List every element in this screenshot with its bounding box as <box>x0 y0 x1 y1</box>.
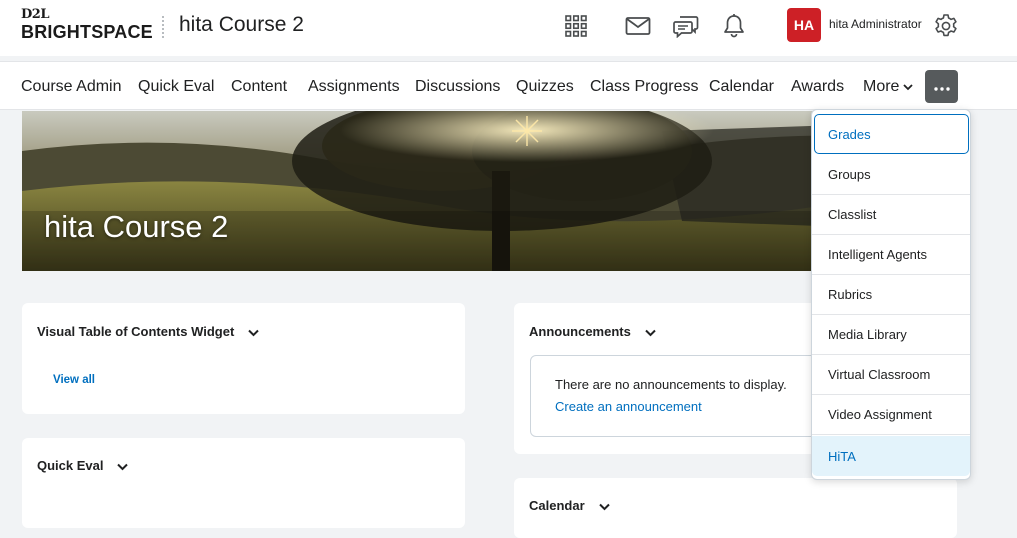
toc-widget-header[interactable]: Visual Table of Contents Widget <box>37 324 260 340</box>
course-title[interactable]: hita Course 2 <box>179 13 304 37</box>
nav-content[interactable]: Content <box>231 78 287 96</box>
nav-class-progress[interactable]: Class Progress <box>590 78 698 96</box>
no-announcements-text: There are no announcements to display. <box>555 377 787 392</box>
announcements-widget-header[interactable]: Announcements <box>529 324 656 340</box>
menu-item-virtual-classroom[interactable]: Virtual Classroom <box>812 355 970 395</box>
user-name[interactable]: hita Administrator <box>829 17 922 31</box>
menu-item-groups[interactable]: Groups <box>812 155 970 195</box>
nav-course-admin[interactable]: Course Admin <box>21 78 122 96</box>
nav-awards[interactable]: Awards <box>791 78 844 96</box>
message-alerts-icon[interactable] <box>668 10 704 42</box>
menu-item-grades[interactable]: Grades <box>814 114 969 154</box>
announcements-empty-box: There are no announcements to display. C… <box>530 355 830 437</box>
chevron-down-icon <box>248 325 260 340</box>
banner-course-title: hita Course 2 <box>44 209 229 244</box>
calendar-widget-title: Calendar <box>529 498 585 513</box>
menu-item-rubrics[interactable]: Rubrics <box>812 275 970 315</box>
menu-item-classlist[interactable]: Classlist <box>812 195 970 235</box>
logo-d2l-text: D2L <box>21 7 49 22</box>
nav-more-menu[interactable]: More <box>863 78 914 96</box>
quick-eval-widget: Quick Eval <box>22 438 465 528</box>
brightspace-logo[interactable]: D2L BRIGHTSPACE <box>21 7 153 43</box>
user-avatar[interactable]: HA <box>787 8 821 42</box>
chevron-down-icon <box>117 459 129 474</box>
menu-item-intelligent-agents[interactable]: Intelligent Agents <box>812 235 970 275</box>
nav-quick-eval[interactable]: Quick Eval <box>138 78 214 96</box>
course-navbar: Course Admin Quick Eval Content Assignme… <box>0 61 1017 110</box>
header-divider <box>162 16 164 38</box>
ellipsis-icon <box>933 78 950 96</box>
chevron-down-icon <box>903 78 914 96</box>
nav-more-label: More <box>863 78 900 96</box>
toc-widget-title: Visual Table of Contents Widget <box>37 324 235 339</box>
nav-quizzes[interactable]: Quizzes <box>516 78 574 96</box>
quick-eval-widget-header[interactable]: Quick Eval <box>37 458 129 474</box>
nav-discussions[interactable]: Discussions <box>415 78 500 96</box>
menu-item-media-library[interactable]: Media Library <box>812 315 970 355</box>
menu-item-hita[interactable]: HiTA <box>812 436 970 476</box>
nav-calendar[interactable]: Calendar <box>709 78 774 96</box>
toc-widget: Visual Table of Contents Widget View all <box>22 303 465 414</box>
more-dropdown-menu: Grades Groups Classlist Intelligent Agen… <box>811 109 971 480</box>
top-bar: D2L BRIGHTSPACE hita Course 2 HA hita Ad… <box>0 0 1017 56</box>
more-options-button[interactable] <box>925 70 958 103</box>
menu-item-video-assignment[interactable]: Video Assignment <box>812 395 970 435</box>
calendar-widget: Calendar <box>514 478 957 538</box>
view-all-link[interactable]: View all <box>53 374 95 386</box>
mail-icon[interactable] <box>620 10 656 42</box>
settings-gear-icon[interactable] <box>928 10 964 42</box>
course-selector-grid-icon[interactable] <box>558 10 594 42</box>
announcements-widget-title: Announcements <box>529 324 631 339</box>
create-announcement-link[interactable]: Create an announcement <box>555 399 702 414</box>
chevron-down-icon <box>645 325 656 340</box>
logo-brightspace-text: BRIGHTSPACE <box>21 22 153 42</box>
quick-eval-widget-title: Quick Eval <box>37 458 104 473</box>
nav-assignments[interactable]: Assignments <box>308 78 400 96</box>
notification-bell-icon[interactable] <box>716 10 752 42</box>
